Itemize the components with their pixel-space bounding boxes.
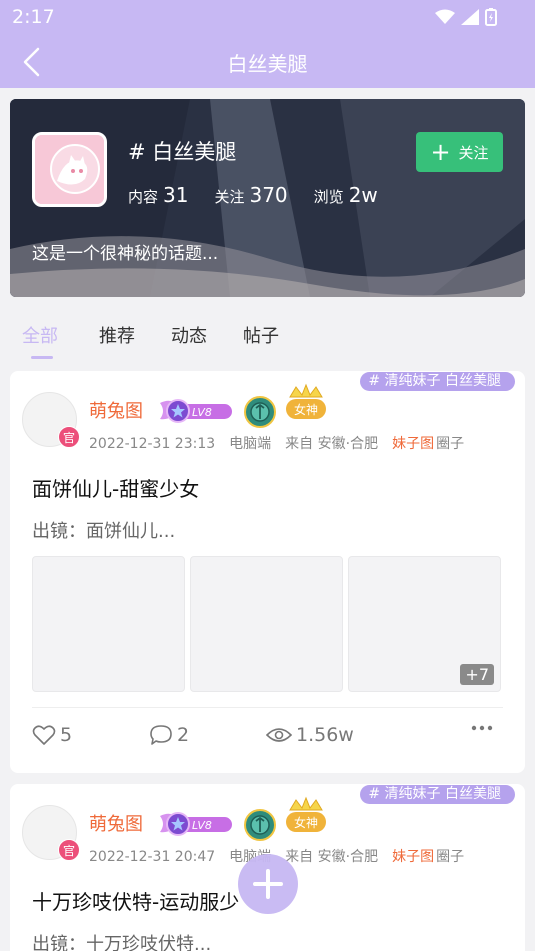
tab-recommended[interactable]: 推荐: [99, 322, 135, 348]
post-title[interactable]: 面饼仙儿-甜蜜少女: [32, 473, 199, 502]
official-badge: 官: [58, 426, 80, 448]
topic-description: 这是一个很神秘的话题...: [32, 244, 219, 264]
more-images-count: +7: [460, 664, 494, 685]
topic-stats: 内容 31 关注 370 浏览 2w: [128, 183, 378, 207]
more-options-button[interactable]: [470, 724, 494, 732]
create-post-button[interactable]: [238, 854, 298, 914]
tab-bar: 全部 推荐 动态 帖子: [0, 318, 535, 364]
crown-medal-icon: 女神: [286, 796, 326, 832]
post-tags[interactable]: # 清纯妹子 白丝美腿: [360, 785, 515, 804]
heart-icon: [32, 725, 56, 745]
status-icons: [435, 8, 497, 26]
eye-icon: [266, 728, 292, 742]
nav-bar: 白丝美腿: [0, 36, 535, 88]
circle-link[interactable]: 妹子图: [392, 849, 434, 865]
post-image[interactable]: [190, 556, 343, 692]
views-counter: 1.56w: [266, 724, 354, 746]
official-badge: 官: [58, 839, 80, 861]
post-time: 2022-12-31 20:47: [89, 849, 216, 865]
post-card[interactable]: # 清纯妹子 白丝美腿 官 萌兔图 LV8 女神 2022-12-31 23:1…: [10, 371, 525, 773]
battery-icon: [485, 8, 497, 26]
divider: [32, 707, 503, 708]
comment-icon: [150, 725, 172, 745]
plus-icon: +: [430, 138, 451, 166]
post-description: 出镜：十万珍吱伏特...: [32, 934, 212, 951]
post-meta: 2022-12-31 23:13 电脑端 来自 安徽·合肥 妹子图 圈子: [89, 433, 464, 453]
level-badge-icon: LV8: [160, 812, 232, 836]
stat-follow: 关注 370: [214, 183, 288, 207]
like-count: 5: [60, 724, 73, 746]
author-name[interactable]: 萌兔图: [89, 810, 143, 836]
view-count: 1.56w: [296, 724, 354, 746]
post-image[interactable]: +7: [348, 556, 501, 692]
crown-medal-icon: 女神: [286, 383, 326, 419]
tab-activity[interactable]: 动态: [171, 322, 207, 348]
post-image[interactable]: [32, 556, 185, 692]
post-actions: 5 2 1.56w: [10, 724, 525, 758]
stat-content: 内容 31: [128, 183, 189, 207]
signal-icon: [461, 9, 479, 25]
post-description: 出镜：面饼仙儿...: [32, 521, 176, 542]
post-time: 2022-12-31 23:13: [89, 436, 216, 452]
medal-icon: [244, 809, 276, 841]
follow-button[interactable]: + 关注: [416, 132, 503, 172]
more-dots-icon: [471, 725, 493, 731]
page-title: 白丝美腿: [227, 52, 308, 76]
like-button[interactable]: 5: [32, 724, 72, 746]
topic-banner: # 白丝美腿 内容 31 关注 370 浏览 2w 这是一个很神秘的话题... + 关…: [10, 99, 525, 297]
circle-suffix: 圈子: [436, 436, 465, 452]
status-bar: 2:17: [0, 0, 535, 36]
svg-text:女神: 女神: [294, 402, 318, 417]
tab-all[interactable]: 全部: [22, 322, 58, 348]
topic-name: # 白丝美腿: [128, 140, 237, 164]
post-tags[interactable]: # 清纯妹子 白丝美腿: [360, 372, 515, 391]
author-name[interactable]: 萌兔图: [89, 397, 143, 423]
svg-text:LV8: LV8: [192, 406, 212, 419]
wifi-icon: [435, 9, 455, 24]
svg-text:女神: 女神: [294, 815, 318, 830]
svg-text:LV8: LV8: [192, 819, 212, 832]
comment-count: 2: [177, 724, 190, 746]
follow-label: 关注: [458, 143, 489, 162]
tab-active-indicator: [31, 356, 53, 359]
post-device: 电脑端: [229, 436, 272, 452]
post-location: 来自 安徽·合肥: [285, 849, 379, 865]
level-badge-icon: LV8: [160, 399, 232, 423]
circle-suffix: 圈子: [436, 849, 465, 865]
stat-views: 浏览 2w: [313, 183, 378, 207]
post-title[interactable]: 十万珍吱伏特-运动服少: [32, 886, 239, 915]
comment-button[interactable]: 2: [149, 724, 189, 746]
topic-logo: [32, 132, 107, 207]
medal-icon: [244, 396, 276, 428]
cat-logo-icon: [35, 135, 104, 204]
circle-link[interactable]: 妹子图: [392, 436, 434, 452]
plus-icon: [253, 869, 283, 899]
tab-posts[interactable]: 帖子: [243, 322, 279, 348]
post-location: 来自 安徽·合肥: [285, 436, 379, 452]
status-time: 2:17: [12, 6, 55, 28]
